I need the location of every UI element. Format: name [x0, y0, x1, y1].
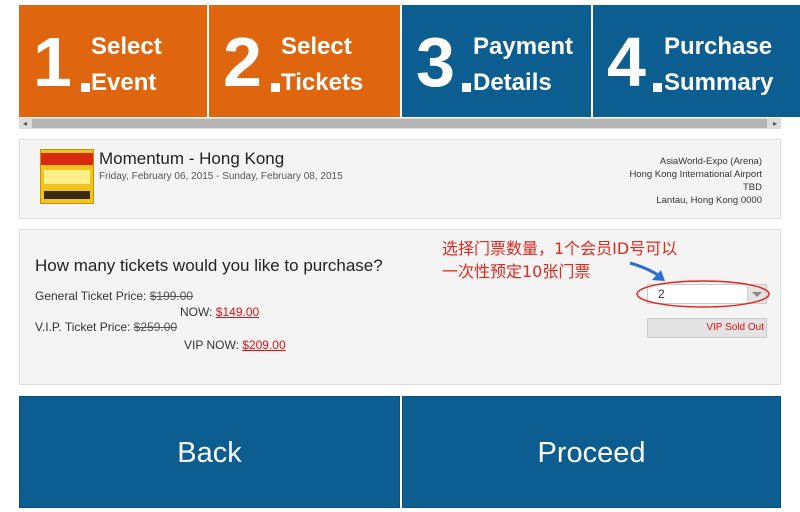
step-bullet	[653, 83, 662, 92]
step-title-line2: Event	[91, 69, 157, 96]
horizontal-scrollbar[interactable]: ◂ ▸	[19, 118, 781, 129]
vip-old-price: $259.00	[133, 320, 178, 334]
scroll-right-icon[interactable]: ▸	[769, 118, 781, 129]
event-dates: Friday, February 06, 2015 - Sunday, Febr…	[99, 171, 343, 182]
quantity-value: 2	[658, 287, 665, 301]
scroll-left-icon[interactable]: ◂	[19, 118, 31, 129]
venue-line: TBD	[743, 182, 762, 193]
vip-quantity-select[interactable]: VIP Sold Out	[647, 318, 767, 338]
general-now-price: $149.00	[215, 305, 260, 319]
vip-now-row: VIP NOW: $209.00	[184, 338, 286, 352]
quantity-question: How many tickets would you like to purch…	[35, 256, 383, 275]
annotation-text: 选择门票数量，1个会员ID号可以 一次性预定10张门票	[442, 237, 677, 283]
vip-price-label: V.I.P. Ticket Price:	[35, 320, 131, 334]
step-number: 4	[607, 23, 646, 101]
vip-price-row: V.I.P. Ticket Price: $259.00	[35, 320, 177, 334]
vip-sold-out-label: VIP Sold Out	[706, 322, 764, 333]
venue-address: AsiaWorld-Expo (Arena) Hong Kong Interna…	[629, 155, 762, 207]
general-old-price: $199.00	[149, 289, 194, 303]
step-select-event[interactable]: 1 Select Event	[19, 5, 209, 117]
general-price-row: General Ticket Price: $199.00	[35, 289, 193, 303]
proceed-button[interactable]: Proceed	[402, 396, 781, 508]
event-thumbnail	[40, 149, 94, 204]
step-purchase-summary[interactable]: 4 Purchase Summary	[593, 5, 800, 117]
step-select-tickets[interactable]: 2 Select Tickets	[209, 5, 402, 117]
step-title-line2: Tickets	[281, 69, 364, 96]
step-number: 2	[223, 23, 262, 101]
now-label: NOW:	[180, 305, 213, 319]
step-progress-bar: 1 Select Event 2 Select Tickets 3 Paymen…	[19, 5, 800, 117]
venue-line: Hong Kong International Airport	[629, 169, 762, 180]
vip-now-label: VIP NOW:	[184, 338, 239, 352]
venue-line: Lantau, Hong Kong 0000	[656, 195, 762, 206]
general-quantity-select[interactable]: 2	[647, 284, 767, 304]
step-bullet	[81, 83, 90, 92]
annotation-line2: 一次性预定10张门票	[442, 262, 591, 281]
step-number: 3	[416, 23, 455, 101]
general-price-label: General Ticket Price:	[35, 289, 147, 303]
annotation-line1: 选择门票数量，1个会员ID号可以	[442, 239, 678, 258]
step-title-line2: Details	[473, 69, 552, 96]
step-title-line1: Select	[281, 33, 352, 60]
event-info-panel: Momentum - Hong Kong Friday, February 06…	[19, 139, 781, 219]
step-payment-details[interactable]: 3 Payment Details	[402, 5, 593, 117]
general-now-row: NOW: $149.00	[180, 305, 259, 319]
step-title-line1: Payment	[473, 33, 574, 60]
step-bullet	[462, 83, 471, 92]
step-title-line1: Select	[91, 33, 162, 60]
step-number: 1	[33, 23, 72, 101]
event-title: Momentum - Hong Kong	[99, 149, 285, 168]
step-bullet	[271, 83, 280, 92]
venue-line: AsiaWorld-Expo (Arena)	[659, 156, 762, 167]
chevron-down-icon[interactable]	[747, 285, 766, 303]
step-title-line2: Summary	[664, 69, 774, 96]
back-button[interactable]: Back	[19, 396, 400, 508]
vip-now-price: $209.00	[242, 338, 286, 352]
step-title-line1: Purchase	[664, 33, 773, 60]
scrollbar-thumb[interactable]	[32, 119, 767, 128]
